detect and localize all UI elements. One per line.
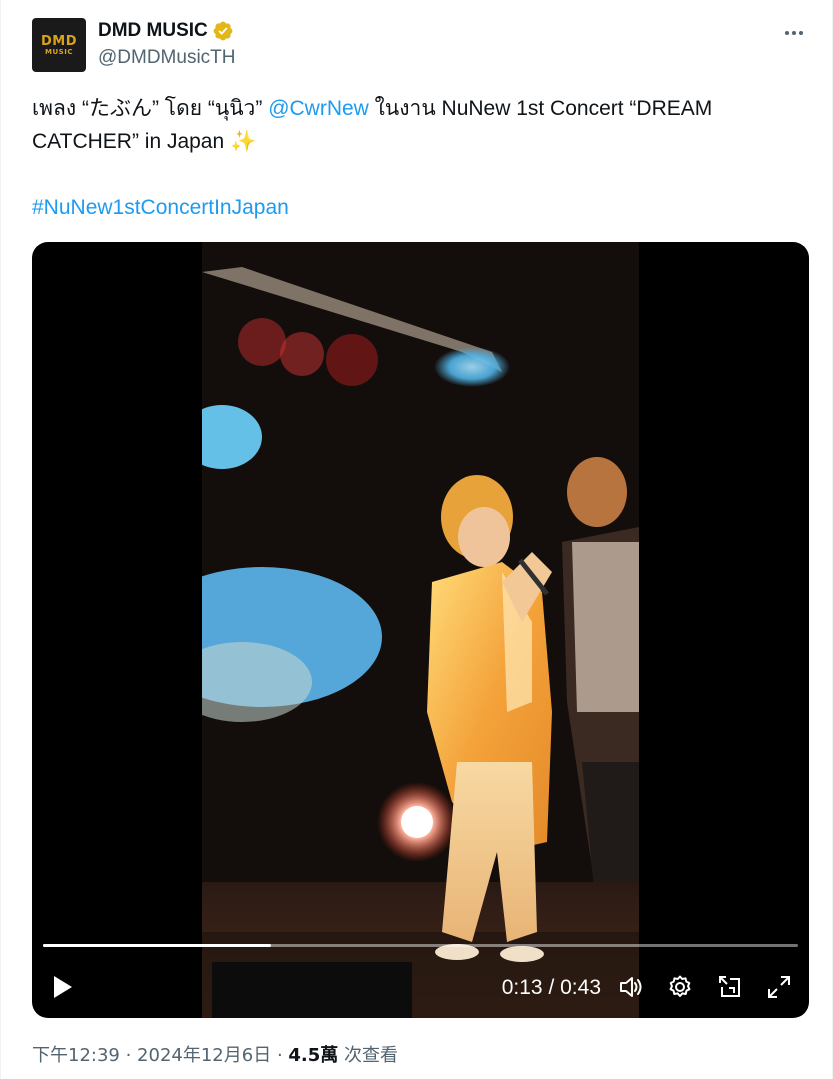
author-names: DMD MUSIC @DMDMusicTH [98,19,236,69]
tweet-text-paragraph: เพลง “たぶん” โดย “นุนิว” @CwrNew ในงาน NuN… [32,92,802,158]
views-count: 4.5萬 [288,1045,339,1066]
mention-link[interactable]: @CwrNew [268,97,369,120]
more-dot-icon [785,31,789,35]
footer-separator: · [271,1045,289,1066]
tweet-header: DMD MUSIC DMD MUSIC @DMDMusicTH [32,18,812,74]
settings-button[interactable] [665,967,695,1007]
more-dot-icon [799,31,803,35]
tweet-time[interactable]: 下午12:39 [32,1045,120,1066]
tweet-footer: 下午12:39 · 2024年12月6日 · 4.5萬 次查看 [32,1041,398,1067]
settings-icon [669,975,691,997]
picture-in-picture-button[interactable] [715,967,745,1007]
video-time: 0:13 / 0:43 [502,976,601,1000]
picture-in-picture-icon [719,976,740,997]
more-options-button[interactable] [780,22,808,44]
video-player[interactable]: 0:13 / 0:43 [32,242,809,1018]
play-button[interactable] [48,967,78,1007]
sparkles-emoji-icon: ✨ [230,130,257,153]
avatar-logo-text: DMD [40,33,78,49]
hashtag-line: #NuNew1stConcertInJapan [32,191,802,224]
avatar[interactable]: DMD MUSIC [32,18,86,72]
verified-badge-icon [213,21,233,41]
fullscreen-icon [768,976,790,998]
avatar-logo-subtext: MUSIC [45,47,73,56]
author-handle[interactable]: @DMDMusicTH [98,47,236,69]
tweet-text: เพลง “たぶん” โดย “นุนิว” @CwrNew ในงาน NuN… [32,92,802,224]
volume-button[interactable] [616,967,646,1007]
views-label: 次查看 [338,1045,399,1066]
video-progress-fill [43,944,271,947]
video-time-separator: / [542,976,561,999]
more-dot-icon [792,31,796,35]
tweet-card: DMD MUSIC DMD MUSIC @DMDMusicTH เพลง “たぶ… [0,0,833,1079]
video-current-time: 0:13 [501,976,543,999]
tweet-date[interactable]: 2024年12月6日 [137,1045,271,1066]
play-icon [54,976,72,998]
display-name-row: DMD MUSIC [98,19,236,43]
footer-separator: · [119,1045,138,1066]
video-still-image [202,242,639,1018]
tweet-text-part1: เพลง “たぶん” โดย “นุนิว” [32,97,269,120]
video-frame[interactable] [202,242,639,1018]
video-progress-bar[interactable] [43,944,798,947]
video-controls: 0:13 / 0:43 [32,967,809,1007]
volume-icon [620,977,642,997]
display-name[interactable]: DMD MUSIC [98,20,208,42]
video-duration: 0:43 [560,976,601,999]
hashtag-link[interactable]: #NuNew1stConcertInJapan [32,196,289,219]
fullscreen-button[interactable] [764,967,794,1007]
